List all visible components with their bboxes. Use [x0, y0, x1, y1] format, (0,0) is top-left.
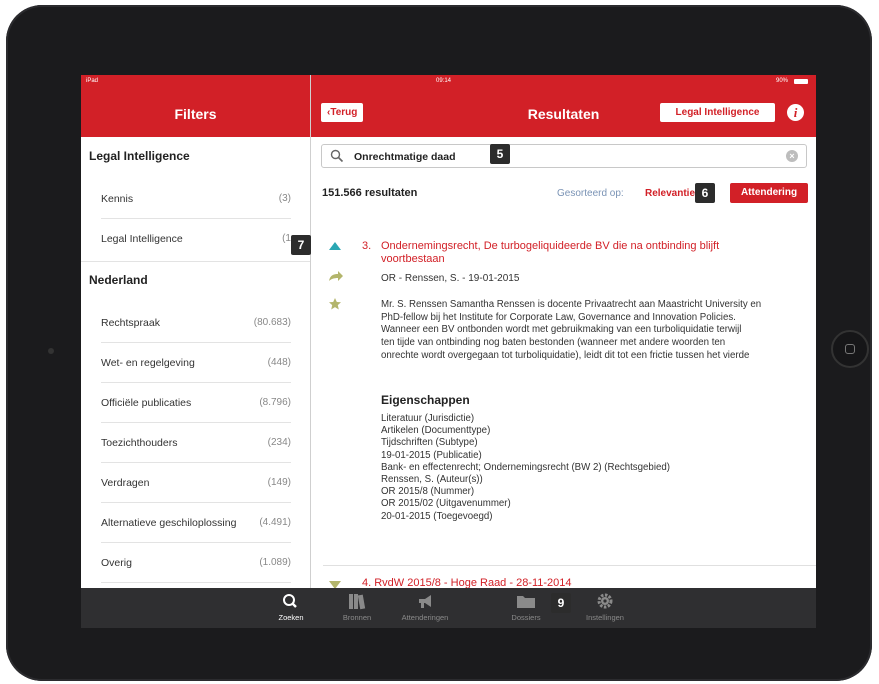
tab-label: Attenderingen: [401, 613, 449, 622]
filter-label: Alternatieve geschiloplossing: [101, 517, 237, 529]
filter-label: Rechtspraak: [101, 317, 160, 329]
sort-option[interactable]: Relevantie: [645, 188, 695, 199]
search-value: Onrechtmatige daad: [354, 151, 456, 163]
tab-dossiers[interactable]: Dossiers: [496, 592, 556, 622]
property-item: Renssen, S. (Auteur(s)): [381, 474, 483, 486]
ipad-frame: iPad 09:14 90% Filters Legal Intelligenc…: [6, 5, 872, 681]
filter-count: (448): [267, 357, 291, 368]
results-panel: Onrechtmatige daad × 151.566 resultaten …: [311, 137, 816, 588]
collapse-arrow-icon[interactable]: [328, 241, 342, 251]
status-bar: iPad 09:14 90%: [81, 75, 816, 88]
tab-bronnen[interactable]: Bronnen: [327, 592, 387, 622]
folder-icon: [517, 596, 535, 608]
property-item: 20-01-2015 (Toegevoegd): [381, 510, 493, 522]
callout-badge: 5: [490, 144, 510, 164]
filter-count: (1: [282, 233, 291, 244]
callout-badge: 6: [695, 183, 715, 203]
property-item: OR 2015/8 (Nummer): [381, 486, 475, 498]
attendering-button[interactable]: Attendering: [730, 183, 808, 203]
clear-icon[interactable]: ×: [786, 150, 798, 162]
snippet-line: PhD-fellow bij het Institute for Corpora…: [381, 311, 736, 323]
filter-label: Kennis: [101, 193, 134, 205]
filter-item-verdragen[interactable]: Verdragen (149): [101, 463, 291, 503]
filter-count: (149): [267, 477, 291, 488]
filter-count: (234): [267, 437, 291, 448]
filter-label: Wet- en regelgeving: [101, 357, 195, 369]
search-icon: [330, 149, 344, 163]
filter-count: (4.491): [259, 517, 291, 528]
filter-count: (80.683): [253, 317, 291, 328]
section-heading-legal-intelligence: Legal Intelligence: [89, 149, 190, 163]
property-item: Tijdschriften (Subtype): [381, 437, 478, 449]
property-item: OR 2015/02 (Uitgavenummer): [381, 498, 511, 510]
tab-label: Bronnen: [342, 613, 372, 622]
expand-arrow-icon[interactable]: [328, 580, 342, 588]
property-item: Artikelen (Documenttype): [381, 425, 491, 437]
snippet-line: Wanneer een BV ontbonden wordt met gebru…: [381, 324, 742, 336]
books-icon: [349, 594, 366, 610]
properties-heading: Eigenschappen: [381, 393, 470, 407]
snippet-line: onrechte wordt overgegaan tot turboliqui…: [381, 349, 750, 361]
filter-label: Verdragen: [101, 477, 150, 489]
status-time: 09:14: [436, 78, 452, 84]
filter-item-overig[interactable]: Overig (1.089): [101, 543, 291, 583]
sorted-label: Gesorteerd op:: [557, 188, 624, 199]
filter-count: (8.796): [259, 397, 291, 408]
filters-title: Filters: [174, 106, 217, 122]
tab-label: Dossiers: [511, 613, 541, 622]
search-icon: [283, 594, 297, 608]
tab-instellingen[interactable]: Instellingen: [575, 592, 635, 622]
callout-badge: 9: [551, 593, 571, 613]
snippet-line: Mr. S. Renssen Samantha Renssen is docen…: [381, 299, 762, 310]
result-snippet: Mr. S. Renssen Samantha Renssen is docen…: [381, 299, 816, 363]
filters-list: Legal Intelligence Kennis (3) Legal Inte…: [81, 137, 310, 588]
property-item: 19-01-2015 (Publicatie): [381, 449, 482, 461]
tab-attenderingen[interactable]: Attenderingen: [395, 592, 455, 622]
tab-bar: Zoeken Bronnen Attenderingen Dossiers In…: [81, 588, 816, 628]
results-count: 151.566 resultaten: [322, 187, 418, 199]
back-button[interactable]: ‹Terug: [321, 103, 364, 122]
filter-item-rechtspraak[interactable]: Rechtspraak (80.683): [101, 303, 291, 343]
property-item: Literatuur (Jurisdictie): [381, 413, 475, 424]
filter-count: (3): [278, 193, 291, 204]
legal-intelligence-button[interactable]: Legal Intelligence: [660, 103, 775, 122]
screen: iPad 09:14 90% Filters Legal Intelligenc…: [81, 75, 816, 628]
search-input[interactable]: Onrechtmatige daad ×: [321, 144, 807, 168]
snippet-line: ten tijde van ontbinding nog baten besto…: [381, 337, 726, 349]
tab-zoeken[interactable]: Zoeken: [261, 592, 321, 622]
tab-label: Zoeken: [278, 613, 304, 622]
filter-item-toezichthouders[interactable]: Toezichthouders (234): [101, 423, 291, 463]
camera: [48, 348, 54, 354]
status-battery: 90%: [776, 78, 789, 84]
gear-icon: [597, 593, 613, 609]
filter-label: Legal Intelligence: [101, 233, 183, 245]
callout-badge: 7: [291, 235, 311, 255]
filter-count: (1.089): [259, 557, 291, 568]
property-item: Bank- en effectenrecht; Ondernemingsrech…: [381, 461, 670, 473]
battery-icon: [794, 79, 808, 84]
share-icon[interactable]: [328, 270, 344, 282]
filter-label: Overig: [101, 557, 132, 569]
info-icon[interactable]: i: [787, 104, 804, 121]
filter-item-wet-en-regelgeving[interactable]: Wet- en regelgeving (448): [101, 343, 291, 383]
section-heading-nederland: Nederland: [89, 273, 148, 287]
filter-item-alternatieve-geschiloplossing[interactable]: Alternatieve geschiloplossing (4.491): [101, 503, 291, 543]
filter-item-officiele-publicaties[interactable]: Officiële publicaties (8.796): [101, 383, 291, 423]
status-device: iPad: [86, 78, 99, 84]
result-divider: [323, 565, 816, 566]
star-icon[interactable]: [328, 297, 342, 311]
next-result-title[interactable]: 4. RvdW 2015/8 - Hoge Raad - 28-11-2014: [362, 577, 572, 588]
result-title[interactable]: Ondernemingsrecht, De turbogeliquideerde…: [381, 240, 781, 266]
properties-list: Literatuur (Jurisdictie) Artikelen (Docu…: [381, 413, 670, 523]
tab-label: Instellingen: [586, 613, 624, 622]
result-meta: OR - Renssen, S. - 19-01-2015: [381, 273, 520, 284]
filter-label: Officiële publicaties: [101, 397, 192, 409]
home-button[interactable]: [831, 330, 869, 368]
filter-item-legal-intelligence[interactable]: Legal Intelligence (1: [101, 219, 291, 259]
megaphone-icon: [419, 595, 431, 608]
filter-label: Toezichthouders: [101, 437, 178, 449]
result-number: 3.: [362, 240, 372, 252]
filter-item-kennis[interactable]: Kennis (3): [101, 179, 291, 219]
section-divider: [81, 261, 310, 262]
